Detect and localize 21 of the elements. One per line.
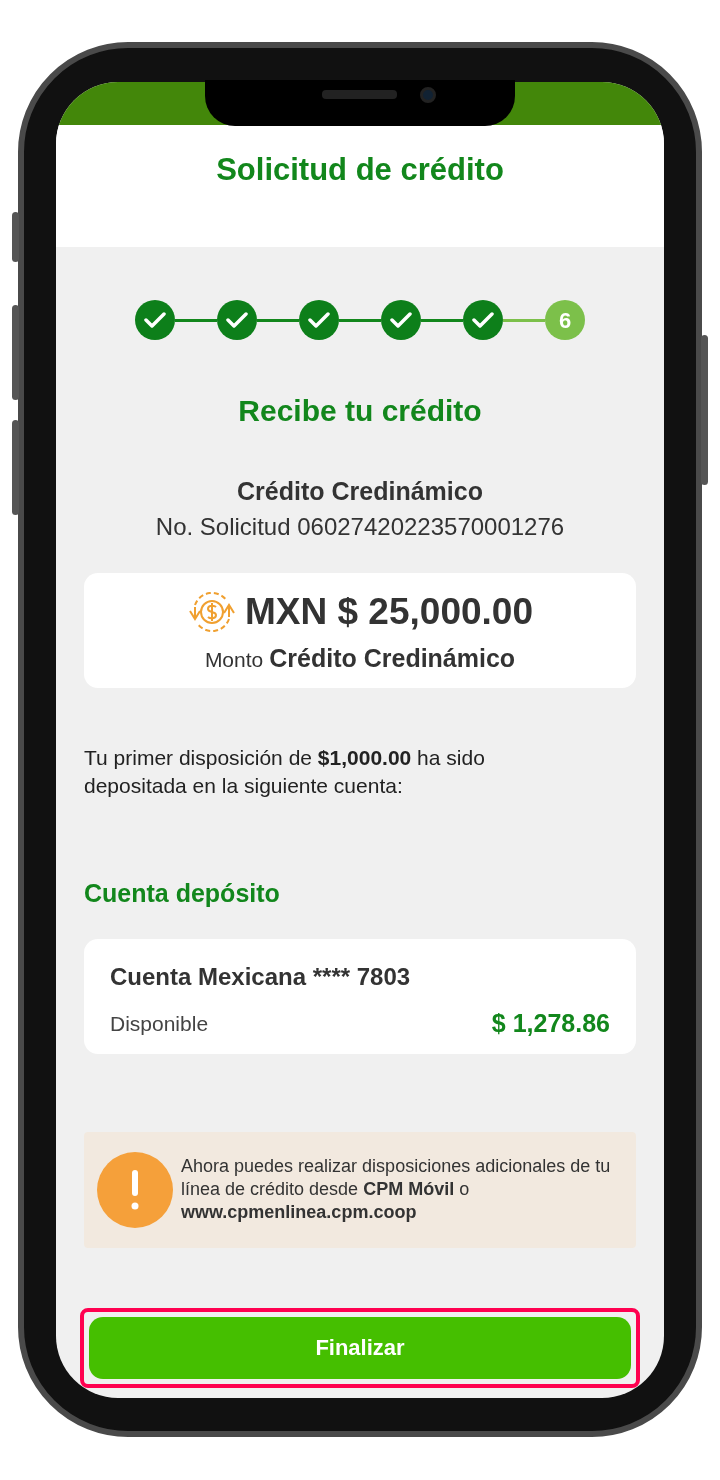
check-icon	[472, 311, 494, 329]
check-icon	[226, 311, 248, 329]
available-balance: $ 1,278.86	[491, 1007, 610, 1039]
check-icon	[308, 311, 330, 329]
warning-icon	[97, 1151, 173, 1228]
section-heading: Recibe tu crédito	[238, 393, 482, 429]
available-label: Disponible	[110, 1010, 209, 1037]
amount-caption: Monto	[204, 646, 264, 673]
credit-amount: MXN $ 25,000.00	[245, 590, 533, 634]
account-name: Cuenta Mexicana **** 7803	[110, 961, 412, 992]
check-icon	[390, 311, 412, 329]
product-name: Crédito Credinámico	[269, 642, 516, 674]
section-heading: Cuenta depósito	[84, 878, 281, 909]
request-number: No. Solicitud 06027420223570001276	[155, 512, 565, 542]
finish-button[interactable]: Finalizar	[89, 1316, 631, 1379]
deposit-message: Tu primer disposición de $1,000.00 ha sido depositada en la siguiente cuenta:	[84, 745, 486, 799]
current-step: 6	[545, 300, 585, 340]
product-name: Crédito Credinámico	[237, 476, 483, 507]
screen-title: Solicitud de crédito	[216, 151, 504, 187]
check-icon	[144, 311, 166, 329]
notice-text: Ahora puedes realizar disposiciones adicionales de tu línea de crédito desde CPM Móvil o www.cpmenlinea.cpm.coop	[181, 1155, 612, 1224]
